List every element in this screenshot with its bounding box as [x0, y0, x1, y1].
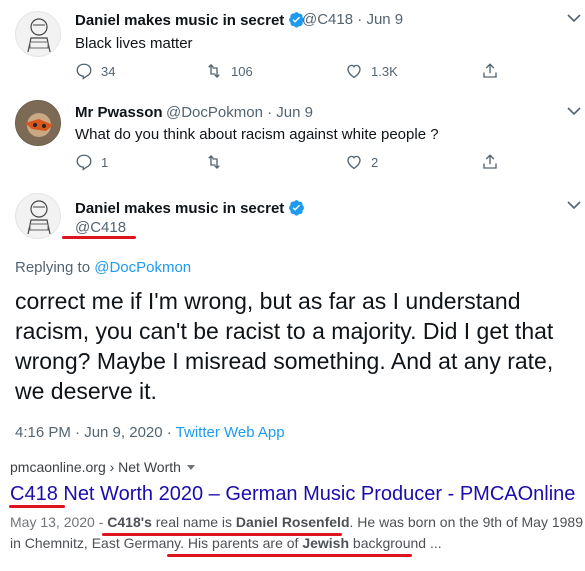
author-name[interactable]: Daniel makes music in secret [75, 11, 305, 29]
tweet-text: What do you think about racism against w… [75, 126, 439, 143]
replying-to-link[interactable]: @DocPokmon [94, 259, 191, 276]
tweet-1[interactable]: Daniel makes music in secret @C418 · Jun… [0, 0, 585, 92]
avatar[interactable] [15, 11, 61, 57]
tweet-client[interactable]: Twitter Web App [176, 424, 285, 441]
tweet-actions: 1 2 [75, 153, 575, 173]
tweet-text: Black lives matter [75, 35, 193, 52]
share-button[interactable] [481, 153, 499, 171]
avatar[interactable] [15, 100, 61, 146]
result-cite[interactable]: pmcaonline.org › Net Worth [10, 459, 195, 475]
reply-icon [76, 63, 92, 80]
verified-badge-icon [289, 200, 305, 216]
tweet-timestamp[interactable]: 4:16 PM · Jun 9, 2020 · [15, 424, 176, 441]
chevron-down-icon[interactable] [567, 200, 581, 210]
heart-icon [347, 155, 361, 170]
heart-icon [347, 64, 361, 79]
author-name[interactable]: Mr Pwasson [75, 104, 163, 121]
retweet-icon [208, 155, 220, 169]
share-button[interactable] [481, 62, 499, 80]
tweet-meta: 4:16 PM · Jun 9, 2020 · Twitter Web App [15, 424, 285, 441]
chevron-down-icon[interactable] [567, 13, 581, 23]
annotation-underline-real-name [102, 533, 342, 536]
replying-to: Replying to @DocPokmon [15, 259, 192, 276]
retweet-button[interactable] [205, 153, 231, 171]
avatar[interactable] [15, 193, 61, 239]
author-name[interactable]: Daniel makes music in secret [75, 199, 305, 217]
author-handle[interactable]: @C418 [75, 219, 126, 236]
author-handle-date[interactable]: @DocPokmon · Jun 9 [166, 104, 313, 121]
avatar-sketch-icon [27, 18, 51, 53]
tweet-text: correct me if I'm wrong, but as far as I… [15, 288, 554, 404]
dropdown-triangle-icon[interactable] [186, 465, 195, 470]
result-title-link[interactable]: C418 Net Worth 2020 – German Music Produ… [10, 483, 575, 506]
share-icon [483, 154, 497, 169]
reply-button[interactable]: 34 [75, 62, 115, 80]
annotation-underline-title [9, 505, 65, 508]
retweet-button[interactable]: 106 [205, 62, 253, 80]
retweet-icon [208, 64, 220, 78]
reply-button[interactable]: 1 [75, 153, 108, 171]
share-icon [483, 63, 497, 78]
like-button[interactable]: 2 [345, 153, 378, 171]
avatar-photo-icon [16, 101, 60, 145]
tweet-actions: 34 106 1.3K [75, 62, 575, 82]
annotation-underline-handle [62, 236, 136, 239]
author-handle-date[interactable]: @C418 · Jun 9 [302, 11, 403, 28]
chevron-down-icon[interactable] [567, 106, 581, 116]
annotation-underline-parents [167, 554, 412, 557]
avatar-sketch-icon [27, 200, 51, 235]
reply-icon [76, 154, 92, 171]
tweet-2[interactable]: Mr Pwasson @DocPokmon · Jun 9 What do yo… [0, 96, 585, 184]
like-button[interactable]: 1.3K [345, 62, 398, 80]
